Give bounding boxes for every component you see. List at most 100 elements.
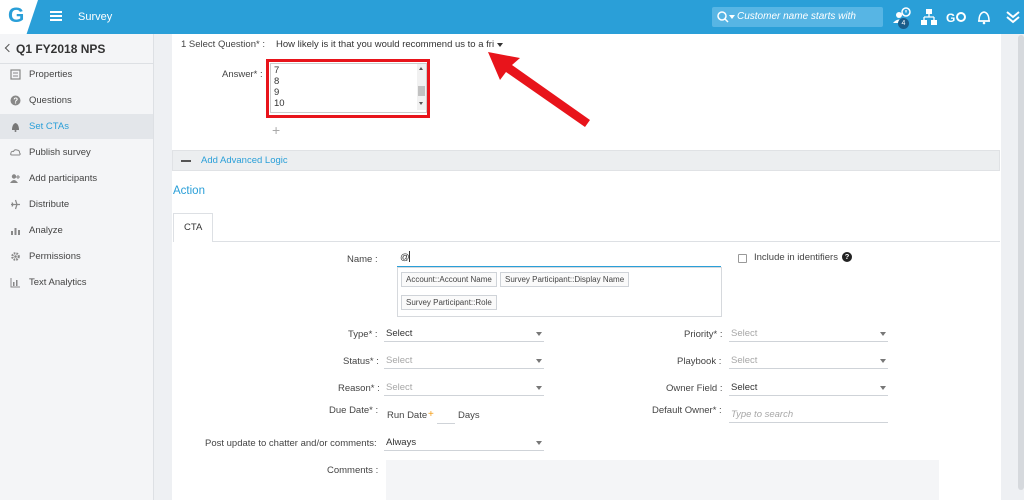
- default-owner-input[interactable]: Type to search: [729, 407, 888, 423]
- menu-icon[interactable]: [50, 11, 62, 21]
- status-label: Status* :: [343, 356, 379, 367]
- post-update-select[interactable]: Always: [384, 435, 544, 451]
- search-placeholder: Customer name starts with: [737, 11, 856, 22]
- sidebar-item-publish-survey[interactable]: Publish survey: [0, 140, 153, 165]
- default-owner-label: Default Owner* :: [652, 405, 722, 416]
- post-update-label: Post update to chatter and/or comments:: [205, 438, 377, 449]
- add-answer-icon[interactable]: +: [272, 122, 280, 138]
- chevron-down-icon: [880, 332, 886, 336]
- sidebar-item-label: Permissions: [29, 251, 81, 262]
- token-account-name[interactable]: Account::Account Name: [401, 272, 497, 287]
- scroll-up-icon[interactable]: [419, 67, 423, 70]
- text-chart-icon: [10, 278, 20, 288]
- status-value: Select: [386, 355, 413, 366]
- owner-field-label: Owner Field :: [666, 383, 723, 394]
- type-select[interactable]: Select: [384, 326, 544, 342]
- sidebar-item-distribute[interactable]: Distribute: [0, 192, 153, 217]
- status-select[interactable]: Select: [384, 353, 544, 369]
- advanced-logic-bar[interactable]: [172, 150, 1000, 171]
- list-icon: [10, 69, 21, 80]
- survey-title: Q1 FY2018 NPS: [16, 42, 106, 56]
- sidebar-item-label: Set CTAs: [29, 121, 69, 132]
- comments-textarea[interactable]: [386, 460, 939, 500]
- owner-field-select[interactable]: Select: [729, 380, 888, 396]
- chevron-down-icon: [880, 386, 886, 390]
- org-chart-icon[interactable]: [918, 6, 940, 28]
- default-owner-placeholder: Type to search: [731, 409, 794, 420]
- logo-letter: G: [8, 4, 25, 27]
- sidebar-item-label: Add participants: [29, 173, 98, 184]
- gear-icon: [11, 252, 20, 261]
- answer-scrollbar-thumb[interactable]: [418, 86, 425, 96]
- tab-divider: [213, 241, 1000, 242]
- question-dropdown-icon[interactable]: [497, 43, 503, 47]
- chevron-down-icon: [880, 359, 886, 363]
- type-label: Type* :: [348, 329, 378, 340]
- cta-name-input[interactable]: [397, 249, 721, 267]
- type-value: Select: [386, 328, 413, 339]
- playbook-select[interactable]: Select: [729, 353, 888, 369]
- svg-text:G: G: [946, 11, 955, 25]
- advanced-logic-link[interactable]: Add Advanced Logic: [201, 155, 288, 166]
- due-days-input[interactable]: [437, 407, 455, 424]
- answer-option[interactable]: 10: [274, 98, 285, 109]
- priority-select[interactable]: Select: [729, 326, 888, 342]
- chevron-down-icon: [536, 332, 542, 336]
- sidebar-item-questions[interactable]: ? Questions: [0, 88, 153, 113]
- sidebar-item-properties[interactable]: Properties: [0, 62, 153, 87]
- svg-text:?: ?: [13, 97, 18, 106]
- post-update-value: Always: [386, 437, 417, 448]
- question-icon: ?: [10, 95, 21, 106]
- sidebar-item-label: Text Analytics: [29, 277, 87, 288]
- days-label: Days: [458, 410, 480, 421]
- go-icon[interactable]: G: [945, 6, 967, 28]
- add-user-icon: [10, 174, 20, 183]
- sidebar-item-analyze[interactable]: Analyze: [0, 218, 153, 243]
- answer-listbox[interactable]: [270, 63, 427, 113]
- include-identifiers-label: Include in identifiers: [754, 252, 838, 263]
- chevron-down-icon: [536, 359, 542, 363]
- due-date-plus: +: [428, 409, 434, 420]
- sidebar-item-permissions[interactable]: Permissions: [0, 244, 153, 269]
- select-question-label: 1 Select Question* :: [181, 39, 265, 50]
- back-icon[interactable]: [4, 43, 14, 53]
- reason-value: Select: [386, 382, 413, 393]
- priority-value: Select: [731, 328, 758, 339]
- token-participant-display-name[interactable]: Survey Participant::Display Name: [500, 272, 630, 287]
- sidebar-item-text-analytics[interactable]: Text Analytics: [0, 270, 153, 295]
- app-title: Survey: [78, 11, 113, 23]
- scroll-down-icon[interactable]: [419, 102, 423, 105]
- answer-option[interactable]: 9: [274, 87, 279, 98]
- question-select[interactable]: How likely is it that you would recommen…: [276, 39, 494, 50]
- token-participant-role[interactable]: Survey Participant::Role: [401, 295, 497, 310]
- bell-icon: [12, 123, 19, 132]
- priority-label: Priority* :: [684, 329, 723, 340]
- annotation-arrow: [488, 52, 590, 127]
- due-date-base: Run Date: [387, 410, 428, 421]
- chevron-down-icon: [536, 441, 542, 445]
- reason-select[interactable]: Select: [384, 380, 544, 396]
- answer-option[interactable]: 8: [274, 76, 279, 87]
- answer-option[interactable]: 7: [274, 65, 279, 76]
- comments-label: Comments :: [327, 465, 379, 476]
- double-chevron-down-icon[interactable]: [1002, 6, 1024, 28]
- bar-chart-icon: [11, 228, 20, 235]
- page-scrollbar[interactable]: [1018, 35, 1024, 490]
- notification-badge: 4: [898, 18, 909, 29]
- answer-label: Answer* :: [222, 69, 263, 80]
- tab-cta-label: CTA: [184, 222, 203, 233]
- action-heading: Action: [173, 185, 205, 197]
- reason-label: Reason* :: [338, 383, 380, 394]
- search-box[interactable]: Customer name starts with: [712, 7, 883, 27]
- sidebar-item-add-participants[interactable]: Add participants: [0, 166, 153, 191]
- playbook-value: Select: [731, 355, 758, 366]
- sidebar-item-set-ctas[interactable]: Set CTAs: [0, 114, 153, 139]
- chevron-down-icon: [536, 386, 542, 390]
- collapse-icon[interactable]: [181, 160, 191, 162]
- bell-icon[interactable]: [973, 6, 995, 28]
- plane-icon: [11, 199, 20, 210]
- search-scope-dropdown-icon[interactable]: [729, 15, 735, 19]
- help-icon[interactable]: ?: [842, 252, 852, 262]
- include-identifiers-checkbox[interactable]: [738, 254, 747, 263]
- sidebar-item-label: Distribute: [29, 199, 70, 210]
